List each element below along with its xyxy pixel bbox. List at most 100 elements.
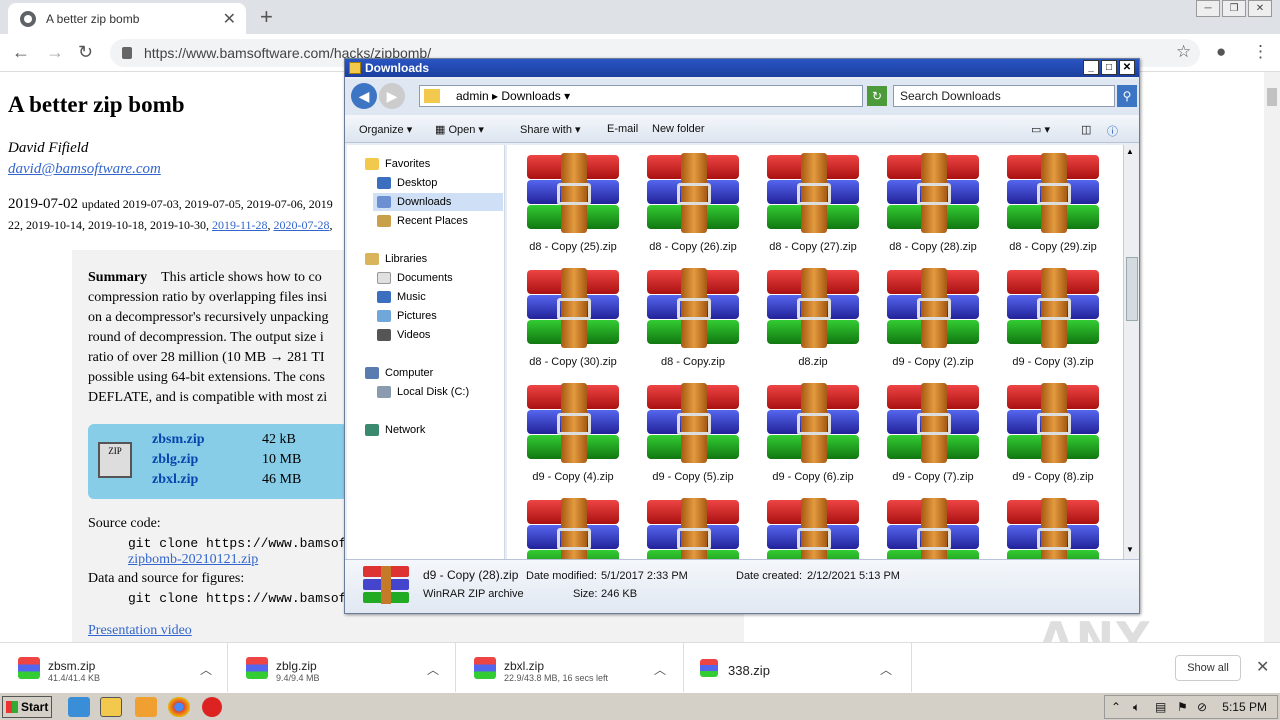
menu-dots-icon[interactable]: ⋮ — [1252, 42, 1269, 62]
bookmark-star-icon[interactable]: ☆ — [1176, 42, 1191, 62]
file-item[interactable]: d9 - Copy (6).zip — [751, 379, 863, 491]
file-item[interactable]: d8.zip — [751, 264, 863, 376]
refresh-icon[interactable]: ↻ — [867, 86, 887, 106]
security-alert-icon[interactable] — [202, 697, 222, 717]
date-link-2[interactable]: 2020-07-28 — [274, 218, 330, 232]
email-button[interactable]: E-mail — [607, 123, 638, 135]
nav-desktop[interactable]: Desktop — [377, 174, 437, 192]
download-item[interactable]: 338.zip ︿ — [684, 643, 912, 693]
browser-tab[interactable]: A better zip bomb ✕ — [8, 3, 246, 34]
presentation-video-link[interactable]: Presentation video — [88, 623, 192, 639]
scroll-thumb[interactable] — [1126, 257, 1138, 321]
file-item[interactable]: d9 - Copy (4).zip — [511, 379, 623, 491]
show-all-button[interactable]: Show all — [1175, 655, 1241, 681]
download-link-zblg[interactable]: zblg.zip — [152, 452, 198, 468]
breadcrumb-admin[interactable]: admin — [456, 89, 489, 103]
tray-arrow-icon[interactable]: ⌃ — [1111, 700, 1121, 714]
chevron-up-icon[interactable]: ︿ — [427, 661, 439, 678]
file-item[interactable]: d8 - Copy.zip — [631, 264, 743, 376]
file-item[interactable]: d9 - Copy (8).zip — [991, 379, 1103, 491]
download-item[interactable]: zbsm.zip 41.4/41.4 KB ︿ — [0, 643, 228, 693]
file-explorer-icon[interactable] — [100, 697, 122, 717]
back-arrow-icon[interactable]: ◀ — [351, 83, 377, 109]
minimize-button[interactable]: _ — [1083, 60, 1099, 75]
file-list-scrollbar[interactable]: ▲ ▼ — [1123, 145, 1139, 559]
chevron-up-icon[interactable]: ︿ — [880, 661, 892, 678]
power-icon[interactable]: ⊘ — [1197, 700, 1207, 714]
scroll-up-arrow-icon[interactable]: ▲ — [1126, 147, 1134, 156]
reload-icon[interactable]: ↻ — [78, 42, 93, 63]
nav-recent-places[interactable]: Recent Places — [377, 212, 468, 230]
start-button[interactable]: Start — [2, 696, 52, 718]
file-item[interactable]: d8 - Copy (26).zip — [631, 149, 743, 261]
new-folder-button[interactable]: New folder — [652, 123, 705, 135]
nav-favorites[interactable]: Favorites — [365, 155, 430, 173]
nav-libraries[interactable]: Libraries — [365, 250, 427, 268]
download-link-zbxl[interactable]: zbxl.zip — [152, 472, 198, 488]
download-item[interactable]: zbxl.zip 22.9/43.8 MB, 16 secs left ︿ — [456, 643, 684, 693]
file-item[interactable] — [631, 494, 743, 559]
nav-videos[interactable]: Videos — [377, 326, 430, 344]
nav-downloads[interactable]: Downloads — [373, 193, 503, 211]
search-input[interactable]: Search Downloads — [893, 85, 1115, 107]
close-button[interactable]: ✕ — [1119, 60, 1135, 75]
file-item[interactable]: d8 - Copy (29).zip — [991, 149, 1103, 261]
file-item[interactable] — [871, 494, 983, 559]
nav-local-disk[interactable]: Local Disk (C:) — [377, 383, 469, 401]
file-item[interactable]: d9 - Copy (7).zip — [871, 379, 983, 491]
date-link-1[interactable]: 2019-11-28 — [212, 218, 268, 232]
view-options-icon[interactable]: ▭ ▾ — [1031, 123, 1050, 136]
forward-arrow-icon[interactable]: ▶ — [379, 83, 405, 109]
file-item[interactable]: d8 - Copy (27).zip — [751, 149, 863, 261]
profile-avatar-icon[interactable]: ● — [1216, 42, 1226, 62]
restore-button[interactable]: ❐ — [1222, 0, 1246, 17]
file-item[interactable]: d9 - Copy (3).zip — [991, 264, 1103, 376]
explorer-address-bar[interactable]: admin ▸ Downloads ▾ — [419, 85, 863, 107]
share-with-menu[interactable]: Share with ▾ — [520, 123, 581, 136]
organize-menu[interactable]: Organize ▾ — [359, 123, 412, 136]
file-item[interactable] — [511, 494, 623, 559]
chevron-up-icon[interactable]: ︿ — [200, 661, 212, 678]
nav-music[interactable]: Music — [377, 288, 426, 306]
media-player-icon[interactable] — [135, 697, 157, 717]
file-item[interactable] — [991, 494, 1103, 559]
close-icon[interactable]: ✕ — [1256, 657, 1269, 677]
minimize-button[interactable]: ─ — [1196, 0, 1220, 17]
volume-icon[interactable]: 🔈︎ — [1133, 700, 1140, 715]
close-window-button[interactable]: ✕ — [1248, 0, 1272, 17]
nav-documents[interactable]: Documents — [377, 269, 453, 287]
preview-pane-icon[interactable]: ◫ — [1081, 123, 1091, 136]
chrome-icon[interactable] — [168, 697, 190, 717]
download-item[interactable]: zblg.zip 9.4/9.4 MB ︿ — [228, 643, 456, 693]
network-icon[interactable]: ▤ — [1155, 700, 1166, 714]
forward-arrow-icon[interactable]: → — [46, 42, 64, 63]
search-icon[interactable]: ⚲ — [1117, 85, 1137, 107]
chevron-up-icon[interactable]: ︿ — [654, 661, 666, 678]
file-item[interactable] — [751, 494, 863, 559]
file-item[interactable]: d8 - Copy (30).zip — [511, 264, 623, 376]
nav-computer[interactable]: Computer — [365, 364, 433, 382]
scroll-down-arrow-icon[interactable]: ▼ — [1126, 545, 1134, 554]
download-link-zbsm[interactable]: zbsm.zip — [152, 432, 205, 448]
close-tab-icon[interactable]: ✕ — [223, 9, 236, 29]
breadcrumb-downloads[interactable]: Downloads — [501, 89, 560, 103]
new-tab-button[interactable]: + — [260, 4, 273, 30]
internet-explorer-icon[interactable] — [68, 697, 90, 717]
file-item[interactable]: d9 - Copy (2).zip — [871, 264, 983, 376]
author-email-link[interactable]: david@bamsoftware.com — [8, 161, 161, 178]
maximize-button[interactable]: □ — [1101, 60, 1117, 75]
nav-network[interactable]: Network — [365, 421, 425, 439]
file-item[interactable]: d8 - Copy (25).zip — [511, 149, 623, 261]
winrar-archive-icon — [647, 268, 739, 348]
help-icon[interactable]: ⓘ — [1107, 123, 1118, 139]
page-scrollbar[interactable] — [1264, 72, 1280, 642]
zipbomb-archive-link[interactable]: zipbomb-20210121.zip — [128, 552, 258, 568]
back-arrow-icon[interactable]: ← — [12, 42, 30, 63]
explorer-titlebar[interactable]: Downloads _ □ ✕ — [345, 59, 1139, 77]
file-item[interactable]: d9 - Copy (5).zip — [631, 379, 743, 491]
nav-pictures[interactable]: Pictures — [377, 307, 437, 325]
scroll-thumb[interactable] — [1267, 88, 1277, 106]
flag-icon[interactable]: ⚑ — [1177, 700, 1188, 714]
file-item[interactable]: d8 - Copy (28).zip — [871, 149, 983, 261]
open-menu[interactable]: ▦ Open ▾ — [435, 123, 484, 136]
